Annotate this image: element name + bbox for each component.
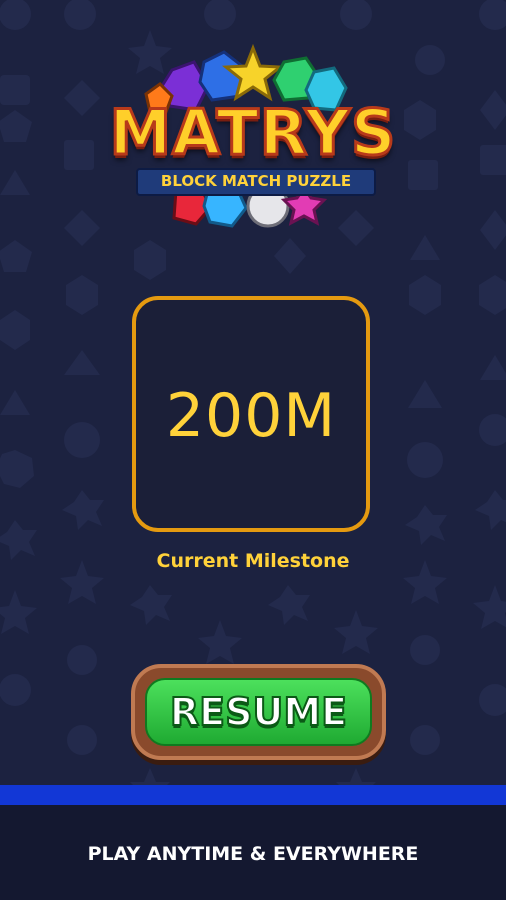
game-screen: MATRYS BLOCK MATCH PUZZLE 200M Current M… (0, 0, 506, 900)
milestone-value: 200M (165, 381, 337, 451)
footer-band: PLAY ANYTIME & EVERYWHERE (0, 805, 506, 900)
game-title: MATRYS (108, 96, 397, 169)
resume-button[interactable]: RESUME (145, 678, 372, 746)
game-logo: MATRYS BLOCK MATCH PUZZLE (108, 40, 398, 240)
game-subtitle: BLOCK MATCH PUZZLE (160, 172, 352, 190)
footer-tagline: PLAY ANYTIME & EVERYWHERE (87, 843, 419, 865)
milestone-label: Current Milestone (156, 550, 350, 572)
blue-divider-bar (0, 785, 506, 805)
resume-button-label: RESUME (169, 689, 348, 735)
resume-button-frame[interactable]: RESUME (131, 664, 386, 760)
milestone-card: 200M (132, 296, 370, 532)
